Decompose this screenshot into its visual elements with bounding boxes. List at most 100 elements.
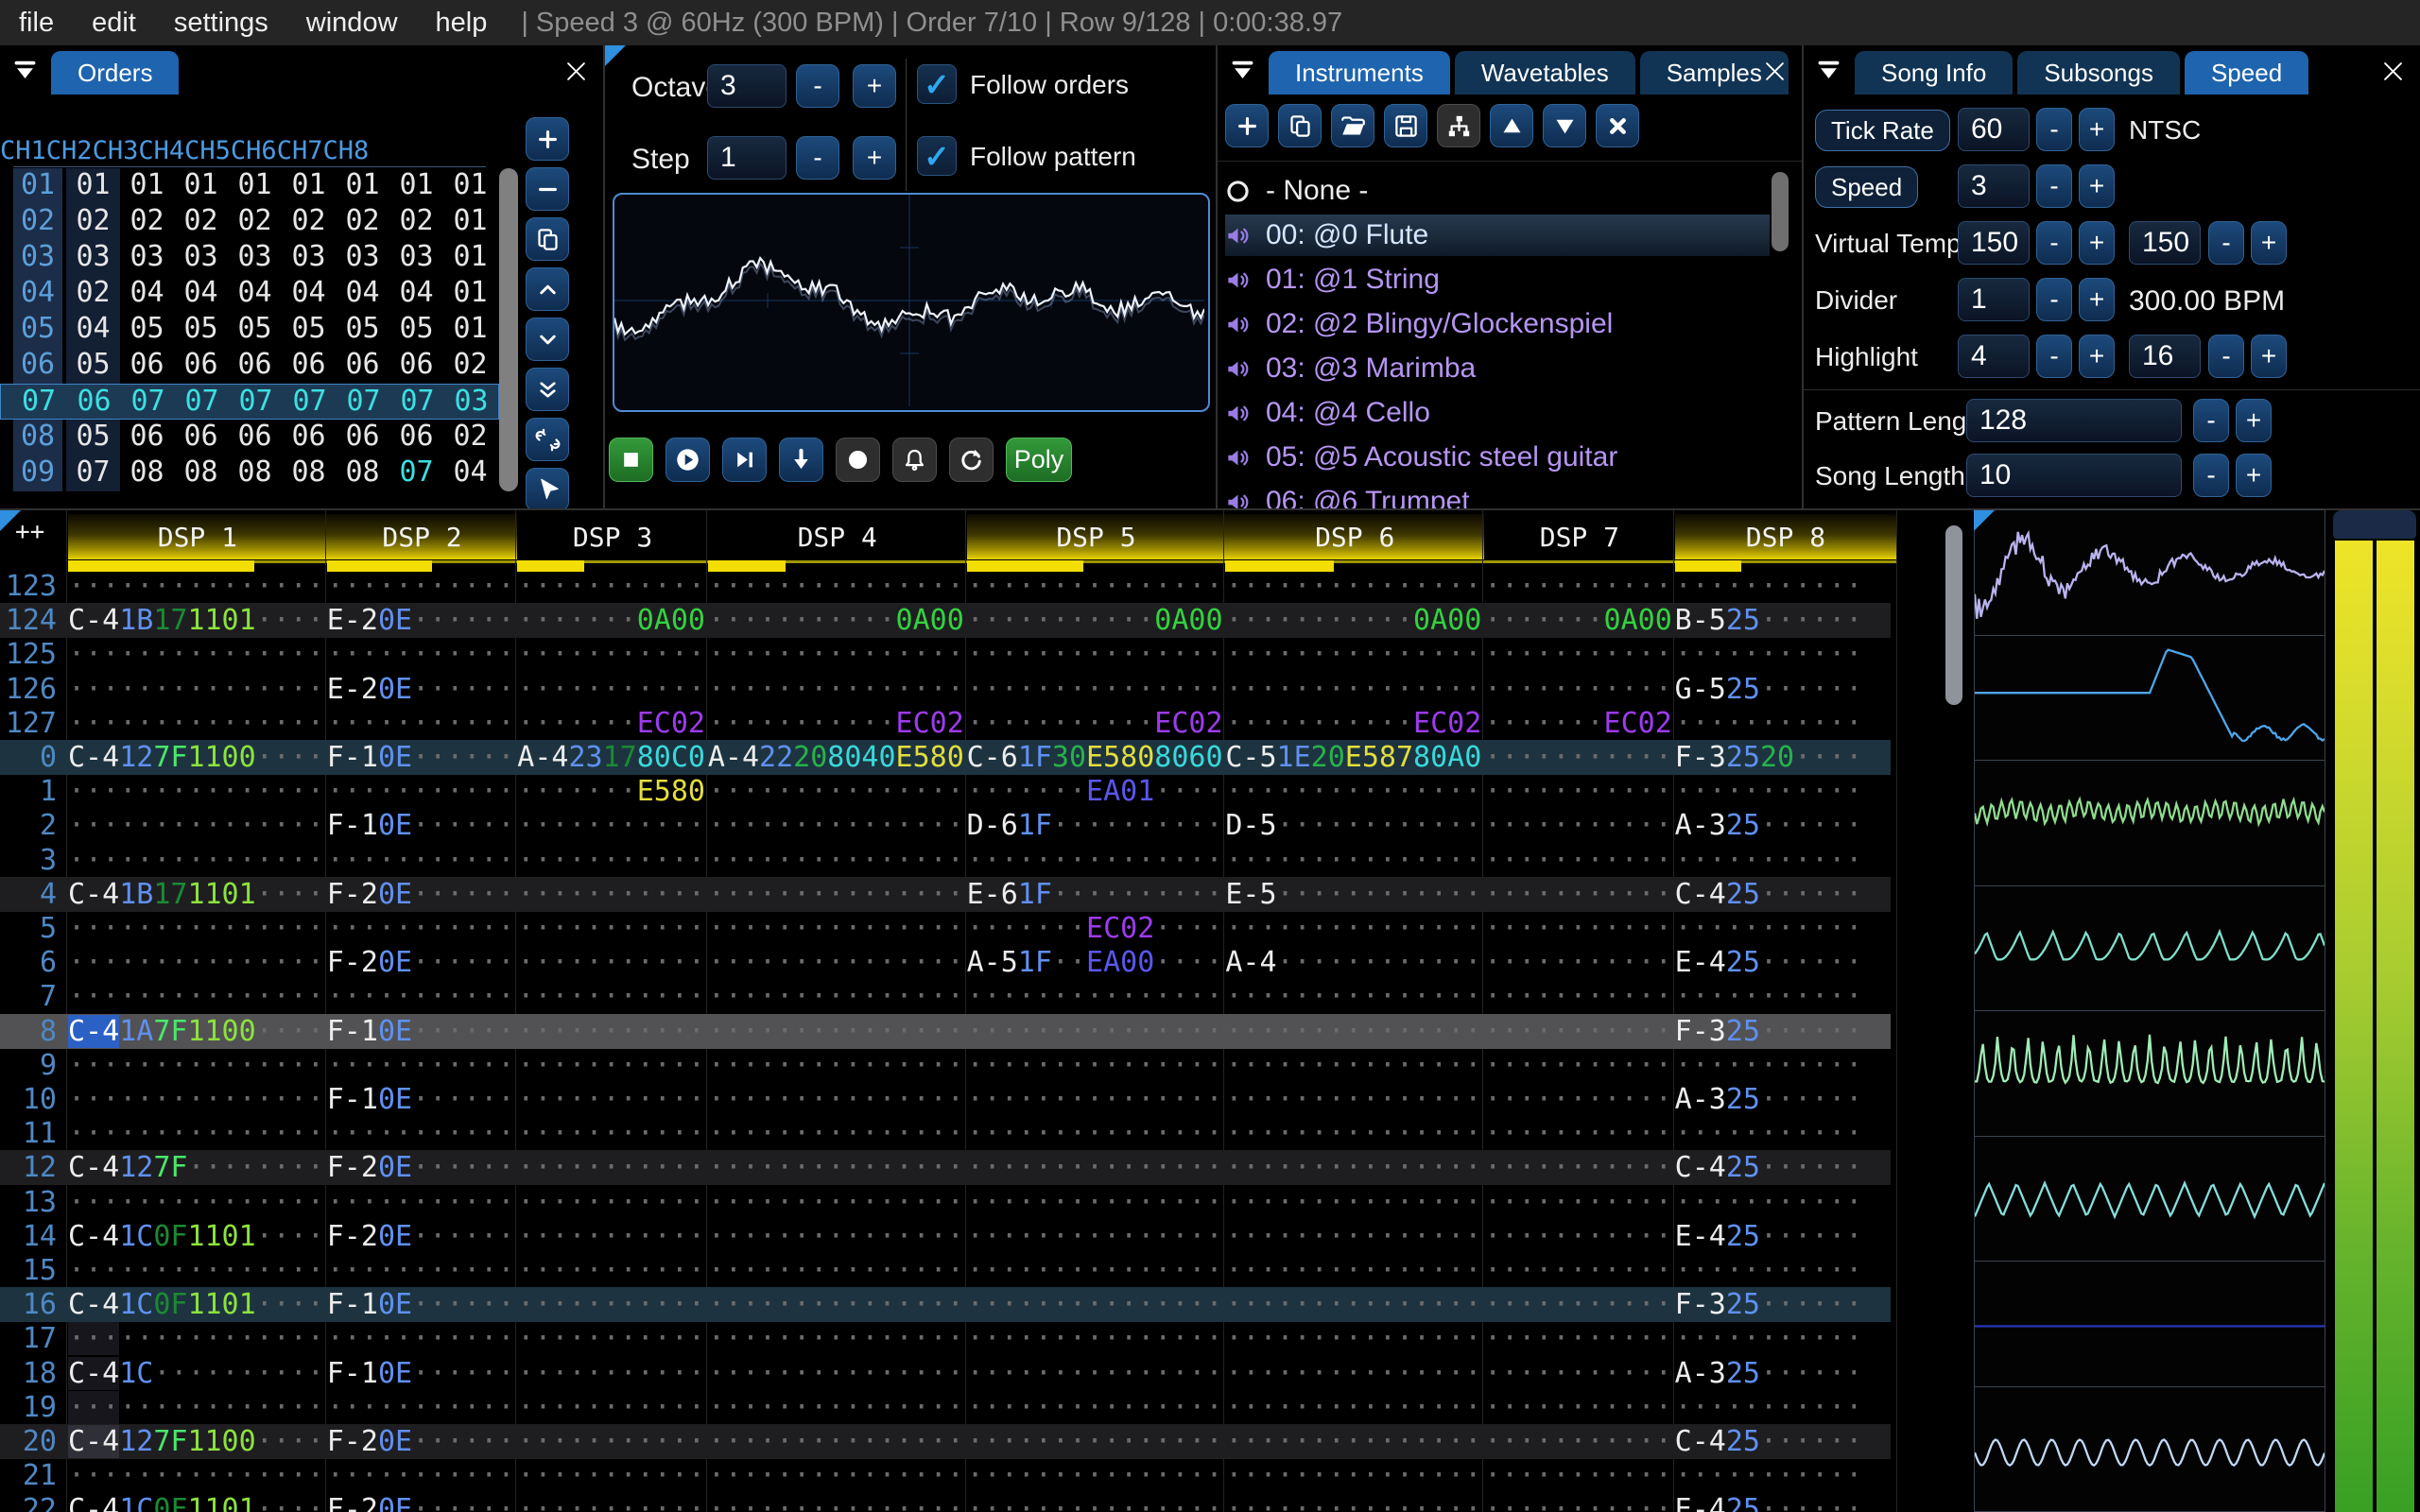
step-minus-button[interactable]: - [796, 136, 839, 180]
pattern-cell[interactable]: ··············· [708, 1082, 964, 1117]
pattern-cell[interactable]: E-425······ [1675, 1492, 1863, 1512]
pattern-row-0[interactable]: 0 C-4127F1100···· F-10E······ A-4231780C0 A-… [0, 740, 1891, 775]
pattern-cell[interactable]: ···········EC02 [967, 706, 1223, 741]
order-cell[interactable]: 02 [66, 276, 120, 309]
pattern-row-6[interactable]: 6 ··············· F-20E······ ··········· ··… [0, 945, 1891, 980]
pattern-cell[interactable]: F-20E······ [327, 1424, 515, 1459]
step-plus-button[interactable]: + [853, 136, 896, 180]
pattern-cell[interactable]: ··········· [517, 843, 705, 878]
pattern-cell[interactable]: ··············· [967, 1082, 1223, 1117]
pattern-cell[interactable]: ··············· [967, 979, 1223, 1014]
order-cell[interactable]: 02 [282, 204, 336, 237]
pattern-cell[interactable]: ··············· [708, 1219, 964, 1254]
pattern-cell[interactable]: F-20E······ [327, 1150, 515, 1185]
pattern-cell[interactable]: ··············· [708, 672, 964, 707]
pattern-cell[interactable]: ··········· [1484, 1424, 1672, 1459]
order-row-02[interactable]: 02 02 02 02 02 02 02 02 01 [0, 204, 499, 240]
order-cell[interactable]: 01 [174, 168, 228, 201]
pattern-cell[interactable]: ··············· [708, 911, 964, 946]
pattern-cell[interactable]: ··············· [708, 637, 964, 672]
pattern-cell[interactable]: F-10E······ [327, 1014, 515, 1049]
pattern-cell[interactable]: ··········· [1675, 1321, 1863, 1356]
pattern-cell[interactable]: ··············· [1225, 1492, 1481, 1512]
pattern-cell[interactable]: B-525······ [1675, 603, 1863, 638]
virtual-tempo-denom-minus-button[interactable]: - [2208, 221, 2244, 265]
menu-edit[interactable]: edit [73, 8, 155, 39]
step-input[interactable]: 1 [707, 136, 786, 180]
pattern-cell[interactable]: ··········· [1484, 1185, 1672, 1220]
pattern-cell[interactable]: ··········· [1484, 877, 1672, 912]
pattern-cell[interactable]: A-325······ [1675, 808, 1863, 843]
speed-minus-button[interactable]: - [2036, 164, 2072, 208]
order-cell[interactable]: 08 [282, 455, 336, 489]
highlight-first-minus-button[interactable]: - [2036, 335, 2072, 378]
channel-header-4[interactable]: DSP 4 [708, 514, 967, 559]
order-cell[interactable]: 07 [121, 385, 175, 418]
pattern-cell[interactable]: A-325······ [1675, 1082, 1863, 1117]
pattern-cell[interactable]: ··············· [1225, 1082, 1481, 1117]
pattern-cell[interactable]: ··············· [68, 1390, 324, 1425]
pattern-cell[interactable]: ··············· [68, 1185, 324, 1220]
play-button[interactable] [666, 438, 710, 482]
pattern-cell[interactable]: ··········· [1675, 1253, 1863, 1288]
pattern-row-4[interactable]: 4 C-41B171101···· F-20E······ ··········· ··… [0, 876, 1891, 912]
pattern-cell[interactable]: ··········· [327, 569, 515, 604]
pattern-cell[interactable]: ··············· [1225, 1356, 1481, 1391]
pattern-cell[interactable]: ··········· [1675, 979, 1863, 1014]
tick-rate-button[interactable]: Tick Rate [1815, 110, 1950, 151]
order-cell[interactable]: 03 [336, 240, 389, 273]
order-row-05[interactable]: 05 04 05 05 05 05 05 05 01 [0, 312, 499, 348]
pattern-cell[interactable]: ··············· [708, 1424, 964, 1459]
pattern-cell[interactable]: ··········· [517, 1253, 705, 1288]
pattern-row-2[interactable]: 2 ··············· F-10E······ ··········· ··… [0, 808, 1891, 843]
pattern-cell[interactable]: ·······EA01···· [967, 774, 1223, 809]
pattern-cell[interactable]: ··············· [1225, 1253, 1481, 1288]
tick-rate-input[interactable]: 60 [1958, 108, 2030, 151]
pattern-cell[interactable]: ··············· [708, 1253, 964, 1288]
order-cell[interactable]: 07 [283, 385, 337, 418]
pattern-cell[interactable]: ··············· [708, 1014, 964, 1049]
pattern-cell[interactable]: ··············· [967, 1458, 1223, 1493]
pattern-cell[interactable]: ··············· [1225, 1219, 1481, 1254]
pattern-cell[interactable]: ··········· [1675, 1116, 1863, 1151]
order-cell[interactable]: 02 [66, 204, 120, 237]
order-cell[interactable]: 01 [443, 204, 497, 237]
order-row-08[interactable]: 08 05 06 06 06 06 06 06 02 [0, 420, 499, 455]
pattern-cell[interactable]: ··············· [708, 808, 964, 843]
pattern-cell[interactable]: F-10E······ [327, 1287, 515, 1322]
close-icon[interactable] [1758, 55, 1790, 87]
pattern-cell[interactable]: ··············· [1225, 979, 1481, 1014]
pattern-row-127[interactable]: 127 ··············· ··········· ·······EC02… [0, 706, 1891, 741]
order-row-07[interactable]: 07 06 07 07 07 07 07 07 03 [0, 384, 499, 420]
speed-plus-button[interactable]: + [2079, 164, 2115, 208]
pattern-cell[interactable]: ·······EC02···· [967, 911, 1223, 946]
pattern-cell[interactable]: A-4············ [1225, 945, 1481, 980]
pattern-cell[interactable]: ·······E580 [517, 774, 705, 809]
pattern-cell[interactable]: E-5············ [1225, 877, 1481, 912]
pattern-cell[interactable]: ··········· [1675, 774, 1863, 809]
pattern-cell[interactable]: ··············· [708, 774, 964, 809]
pattern-cell[interactable]: ··············· [967, 1356, 1223, 1391]
pattern-cell[interactable]: ··············· [708, 843, 964, 878]
toggle-folders-button[interactable] [1437, 104, 1480, 147]
pattern-cell[interactable]: ··············· [68, 808, 324, 843]
pattern-cell[interactable]: ··············· [708, 1185, 964, 1220]
order-row-06[interactable]: 06 05 06 06 06 06 06 06 02 [0, 348, 499, 384]
pattern-cell[interactable]: ··········· [1484, 740, 1672, 775]
song-length-input[interactable]: 10 [1966, 454, 2182, 497]
move-instrument-down-button[interactable] [1543, 104, 1586, 147]
virtual-tempo-denom-plus-button[interactable]: + [2251, 221, 2287, 265]
pattern-cell[interactable]: ··········· [1484, 569, 1672, 604]
speed-input[interactable]: 3 [1958, 164, 2030, 208]
pattern-row-8[interactable]: 8 C-41A7F1100···· F-10E······ ··········· ··… [0, 1013, 1891, 1049]
pattern-cell[interactable]: C-51E20E58780A0 [1225, 740, 1481, 775]
pattern-cell[interactable]: ··········· [1484, 1048, 1672, 1083]
pattern-cell[interactable]: ··············· [68, 1048, 324, 1083]
pattern-cell[interactable]: ··········· [1484, 1390, 1672, 1425]
pattern-row-12[interactable]: 12 C-4127F········ F-20E······ ··········· ·… [0, 1150, 1891, 1186]
delete-instrument-button[interactable] [1596, 104, 1639, 147]
order-cell[interactable]: 01 [443, 168, 497, 201]
pattern-cell[interactable]: ··············· [1225, 1287, 1481, 1322]
close-icon[interactable] [2377, 55, 2409, 87]
pattern-cell[interactable]: ··········· [327, 1321, 515, 1356]
